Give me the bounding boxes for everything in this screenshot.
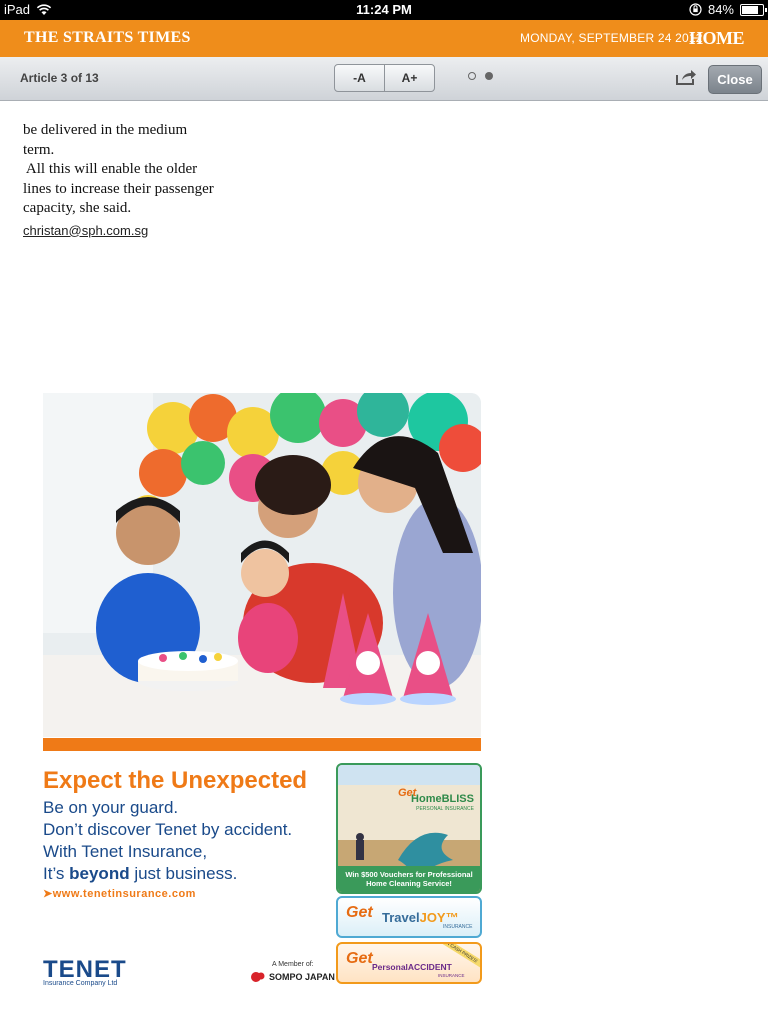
traveljoy-title-b: JOY™ — [419, 910, 459, 925]
personal-accident-subtitle: INSURANCE — [438, 973, 465, 978]
battery-icon — [740, 3, 767, 16]
ad-headline: Expect the Unexpected — [43, 767, 308, 794]
ad-copy-fragment: just business. — [129, 864, 238, 883]
font-size-control: -A A+ — [334, 64, 435, 92]
sompo-japan-logo: A Member of: SOMPO JAPAN — [250, 961, 335, 983]
sompo-name: SOMPO JAPAN — [269, 972, 335, 982]
article-line: All this will enable the older — [23, 161, 198, 177]
masthead: THE STRAITS TIMES MONDAY, SEPTEMBER 24 2… — [0, 20, 768, 57]
article-line: capacity, she said. — [23, 200, 132, 216]
homebliss-subtitle: PERSONAL INSURANCE — [416, 806, 474, 812]
article-toolbar: Article 3 of 13 -A A+ Close — [0, 57, 768, 101]
publication-date: MONDAY, SEPTEMBER 24 2012 — [520, 31, 703, 45]
tenet-logo: TENET Insurance Company Ltd — [43, 956, 127, 987]
traveljoy-title-a: Travel — [382, 910, 420, 925]
ad-copy-line: It’s beyond just business. — [43, 863, 292, 885]
member-of-label: A Member of: — [272, 961, 314, 968]
article-counter: Article 3 of 13 — [20, 71, 99, 85]
ad-copy-fragment: It’s — [43, 864, 70, 883]
ad-website-link[interactable]: ➤www.tenetinsurance.com — [43, 887, 196, 900]
personal-accident-title: PersonalACCIDENT — [372, 962, 452, 972]
orange-divider — [43, 738, 481, 751]
homebliss-title: HomeBLISS — [411, 793, 474, 805]
share-icon[interactable] — [675, 68, 697, 86]
orientation-lock-icon — [689, 3, 702, 16]
ad-copy-line: With Tenet Insurance, — [43, 842, 208, 861]
ad-copy-line: Be on your guard. — [43, 798, 179, 817]
traveljoy-subtitle: INSURANCE — [443, 924, 473, 930]
author-email-link[interactable]: christan@sph.com.sg — [23, 221, 148, 241]
family-birthday-photo — [43, 393, 481, 737]
section-title: HOME — [689, 28, 745, 48]
page-indicator[interactable] — [468, 72, 493, 80]
traveljoy-title: TravelJOY™ — [382, 910, 459, 925]
clock: 11:24 PM — [356, 2, 412, 17]
increase-font-button[interactable]: A+ — [385, 65, 434, 91]
tenet-logo-subtitle: Insurance Company Ltd — [43, 980, 118, 987]
homebliss-card[interactable]: Get HomeBLISS PERSONAL INSURANCE Win $50… — [336, 763, 482, 894]
publication-title: THE STRAITS TIMES — [24, 29, 191, 46]
close-button[interactable]: Close — [708, 65, 762, 94]
sompo-emblem-icon — [251, 972, 265, 982]
insurance-advertisement[interactable]: Expect the Unexpected Be on your guard. … — [43, 393, 482, 987]
page-dot-current[interactable] — [485, 72, 493, 80]
homebliss-promo: Win $500 Vouchers for Professional Home … — [338, 866, 480, 892]
ad-copy-line: Don’t discover Tenet by accident. — [43, 820, 293, 839]
sompo-name-row: SOMPO JAPAN — [250, 971, 335, 983]
personal-accident-get: Get — [346, 950, 373, 967]
ad-copy: Be on your guard. Don’t discover Tenet b… — [43, 797, 292, 885]
decrease-font-button[interactable]: -A — [335, 65, 385, 91]
ad-copy-emphasis: beyond — [69, 864, 130, 883]
article-line: be delivered in the medium — [23, 122, 188, 138]
article-line: lines to increase their passenger — [23, 180, 214, 197]
battery-percent: 84% — [707, 2, 734, 17]
personal-accident-card[interactable]: Get PersonalACCIDENT INSURANCE WIN CASH … — [336, 942, 482, 984]
article-body: be delivered in the medium term. All thi… — [23, 121, 283, 241]
article-line: term. — [23, 141, 55, 158]
traveljoy-get: Get — [346, 904, 373, 921]
traveljoy-card[interactable]: Get TravelJOY™ INSURANCE — [336, 896, 482, 938]
page-dot[interactable] — [468, 72, 476, 80]
status-bar: iPad 11:24 PM 84% — [0, 0, 768, 20]
